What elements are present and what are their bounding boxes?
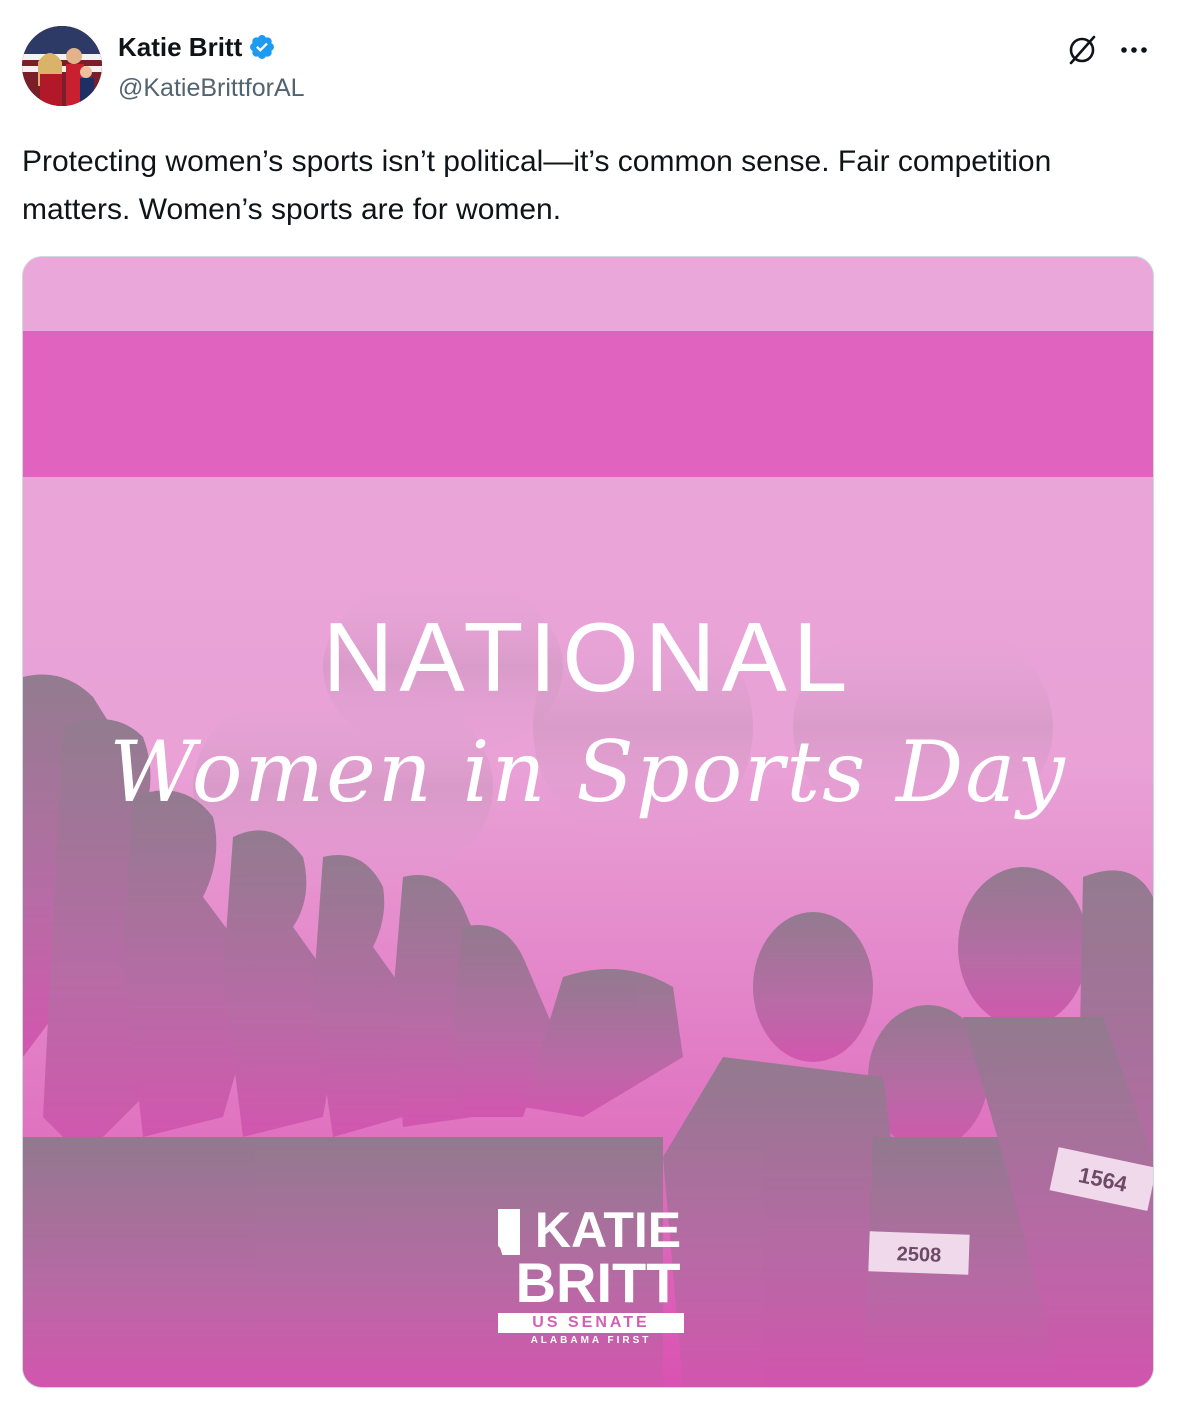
katie-britt-logo: KATIE BRITT US SENATE ALABAMA FIRST — [498, 1205, 698, 1346]
more-button[interactable] — [1114, 30, 1154, 70]
tweet-text: Protecting women’s sports isn’t politica… — [22, 145, 1060, 226]
tweet: Katie Britt @KatieBrittforAL Protecting … — [0, 0, 1180, 1418]
grok-icon — [1069, 35, 1096, 65]
alabama-state-shape — [498, 1209, 520, 1255]
more-dots-icon — [1121, 47, 1147, 53]
grok-button[interactable] — [1062, 30, 1102, 70]
logo-office: US SENATE — [498, 1313, 684, 1333]
logo-line-britt: BRITT — [515, 1251, 681, 1314]
verified-badge-icon[interactable] — [248, 33, 276, 61]
headline-band — [23, 331, 1153, 477]
handle[interactable]: @KatieBrittforAL — [118, 72, 305, 104]
media-headline: NATIONAL — [322, 602, 854, 712]
logo-line-katie: KATIE — [534, 1202, 682, 1258]
logo-tagline: ALABAMA FIRST — [530, 1335, 652, 1346]
avatar[interactable] — [22, 26, 102, 106]
display-name[interactable]: Katie Britt — [118, 30, 242, 64]
media-script-title: Women in Sports Day — [109, 723, 1067, 821]
name-row: Katie Britt — [118, 30, 276, 64]
avatar-image — [22, 26, 102, 106]
tweet-media-image[interactable]: NATIONAL Women in Sports Day 2508 1564 K… — [22, 256, 1154, 1388]
